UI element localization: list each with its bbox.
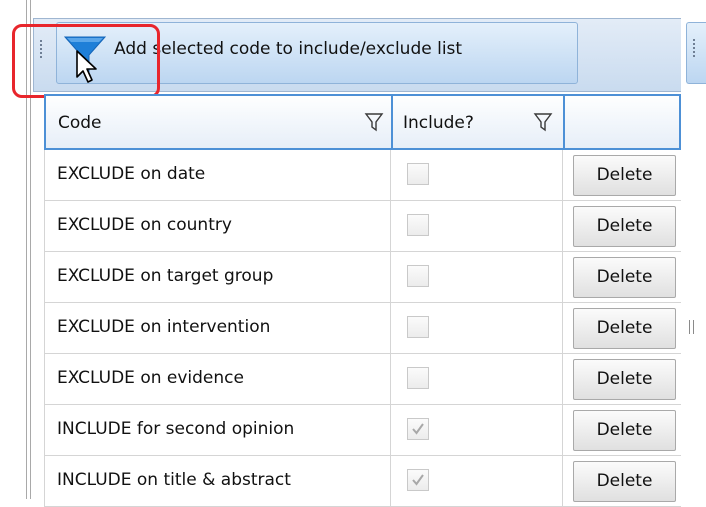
- code-cell[interactable]: EXCLUDE on evidence: [44, 354, 391, 405]
- checkmark-icon: [412, 474, 424, 486]
- column-header-actions: [563, 94, 681, 150]
- action-cell: Delete: [563, 150, 681, 201]
- table-row[interactable]: EXCLUDE on country Delete: [44, 201, 681, 252]
- table-row[interactable]: EXCLUDE on date Delete: [44, 150, 681, 201]
- checkmark-icon: [412, 423, 424, 435]
- column-header-code[interactable]: Code: [44, 94, 393, 150]
- include-cell: [391, 150, 563, 201]
- code-cell[interactable]: INCLUDE on title & abstract: [44, 456, 391, 507]
- code-cell[interactable]: INCLUDE for second opinion: [44, 405, 391, 456]
- column-header-include-label: Include?: [403, 113, 474, 133]
- column-header-code-label: Code: [58, 113, 102, 133]
- include-cell: [391, 252, 563, 303]
- delete-button[interactable]: Delete: [573, 206, 676, 247]
- include-cell: [391, 303, 563, 354]
- code-grid: Code Include? EXCLUDE on date Delete EXCLU…: [44, 94, 681, 507]
- include-checkbox[interactable]: [407, 316, 429, 338]
- action-cell: Delete: [563, 405, 681, 456]
- include-cell: [391, 405, 563, 456]
- include-checkbox[interactable]: [407, 214, 429, 236]
- code-cell[interactable]: EXCLUDE on target group: [44, 252, 391, 303]
- code-name: EXCLUDE on date: [57, 164, 206, 184]
- delete-button[interactable]: Delete: [573, 308, 676, 349]
- code-name: EXCLUDE on target group: [57, 266, 274, 286]
- code-cell[interactable]: EXCLUDE on date: [44, 150, 391, 201]
- highlight-box: [12, 24, 160, 98]
- grid-header: Code Include?: [44, 94, 681, 150]
- action-cell: Delete: [563, 201, 681, 252]
- action-cell: Delete: [563, 252, 681, 303]
- include-cell: [391, 456, 563, 507]
- include-checkbox[interactable]: [407, 163, 429, 185]
- code-name: EXCLUDE on country: [57, 215, 232, 235]
- delete-button[interactable]: Delete: [573, 155, 676, 196]
- code-cell[interactable]: EXCLUDE on country: [44, 201, 391, 252]
- table-row[interactable]: EXCLUDE on target group Delete: [44, 252, 681, 303]
- include-checkbox[interactable]: [407, 418, 429, 440]
- splitter-handle[interactable]: [688, 318, 696, 338]
- code-cell[interactable]: EXCLUDE on intervention: [44, 303, 391, 354]
- filter-icon[interactable]: [364, 111, 384, 133]
- code-name: EXCLUDE on evidence: [57, 368, 244, 388]
- delete-button[interactable]: Delete: [573, 359, 676, 400]
- include-cell: [391, 354, 563, 405]
- table-row[interactable]: EXCLUDE on intervention Delete: [44, 303, 681, 354]
- filter-icon[interactable]: [533, 111, 553, 133]
- toolbar-grip-right: [693, 39, 696, 59]
- table-row[interactable]: EXCLUDE on evidence Delete: [44, 354, 681, 405]
- action-cell: Delete: [563, 303, 681, 354]
- delete-button[interactable]: Delete: [573, 461, 676, 502]
- table-row[interactable]: INCLUDE on title & abstract Delete: [44, 456, 681, 507]
- include-checkbox[interactable]: [407, 367, 429, 389]
- include-checkbox[interactable]: [407, 469, 429, 491]
- table-row[interactable]: INCLUDE for second opinion Delete: [44, 405, 681, 456]
- include-cell: [391, 201, 563, 252]
- delete-button[interactable]: Delete: [573, 257, 676, 298]
- delete-button[interactable]: Delete: [573, 410, 676, 451]
- code-name: EXCLUDE on intervention: [57, 317, 271, 337]
- action-cell: Delete: [563, 354, 681, 405]
- column-header-include[interactable]: Include?: [391, 94, 565, 150]
- add-selected-code-label: Add selected code to include/exclude lis…: [114, 39, 463, 59]
- toolbar-overflow-button[interactable]: [686, 22, 706, 84]
- code-name: INCLUDE for second opinion: [57, 419, 295, 439]
- include-checkbox[interactable]: [407, 265, 429, 287]
- action-cell: Delete: [563, 456, 681, 507]
- code-name: INCLUDE on title & abstract: [57, 470, 291, 490]
